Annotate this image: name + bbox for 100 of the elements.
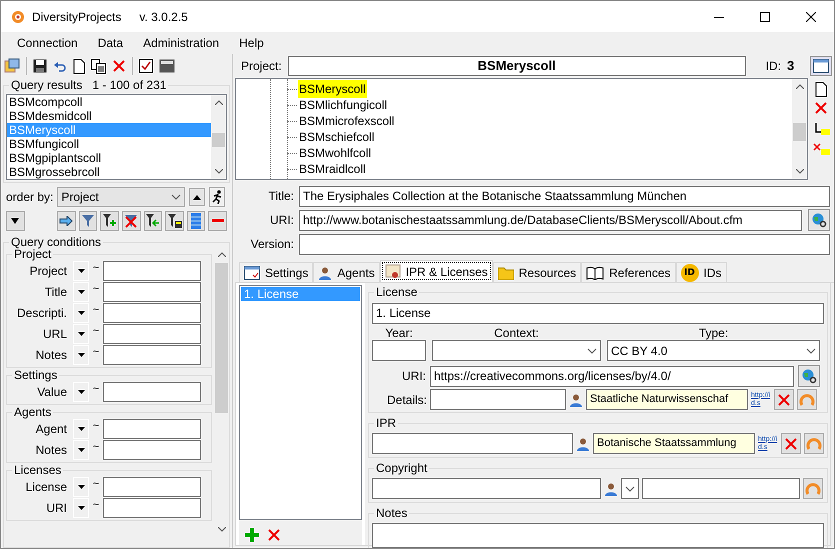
context-dropdown[interactable] bbox=[432, 340, 601, 361]
menu-item[interactable]: Data bbox=[98, 34, 124, 52]
tab[interactable]: Settings bbox=[239, 262, 314, 282]
field-label: URI: bbox=[401, 368, 426, 385]
tab[interactable]: ID IDs bbox=[676, 262, 726, 282]
scrollbar[interactable] bbox=[792, 79, 807, 179]
operator-dropdown[interactable] bbox=[73, 345, 89, 365]
operator-dropdown[interactable] bbox=[73, 440, 89, 460]
run-query-button[interactable] bbox=[209, 187, 226, 207]
project-tree[interactable]: BSMeryscoll BSMlichfungicoll BSMmicrofexscoll BSMschiefcoll BSMwohlfcoll BSMraidlcoll bbox=[235, 78, 808, 180]
checkbox-icon[interactable] bbox=[139, 59, 153, 73]
tree-node[interactable]: BSMeryscoll bbox=[298, 80, 367, 98]
notes-field[interactable] bbox=[372, 523, 824, 548]
tree-node[interactable]: BSMmicrofexscoll bbox=[298, 112, 396, 130]
operator-dropdown[interactable] bbox=[73, 282, 89, 302]
operator-dropdown[interactable] bbox=[73, 477, 89, 497]
condition-input[interactable] bbox=[103, 324, 201, 344]
scrollbar-thumb[interactable] bbox=[212, 133, 225, 147]
uri-field[interactable]: https://creativecommons.org/licenses/by/4.0/ bbox=[430, 366, 794, 386]
condition-input[interactable] bbox=[103, 477, 201, 497]
tree-node[interactable]: BSMraidlcoll bbox=[298, 160, 367, 178]
tree-node[interactable]: BSMschiefcoll bbox=[298, 128, 376, 146]
list-item[interactable]: BSMfungicoll bbox=[7, 137, 211, 151]
tree-node[interactable]: BSMwohlfcoll bbox=[298, 144, 372, 162]
delete-icon[interactable] bbox=[112, 59, 126, 73]
window-search-button[interactable] bbox=[810, 56, 832, 76]
open-uri-button[interactable] bbox=[808, 209, 830, 231]
menu-item[interactable]: Connection bbox=[17, 34, 78, 52]
document-icon[interactable] bbox=[73, 58, 85, 74]
agent-field[interactable]: Staatliche Naturwissenschaf bbox=[586, 389, 748, 410]
text-field[interactable]: http://www.botanischestaatssammlung.de/DatabaseClients/BSMeryscoll/About.cfm bbox=[299, 210, 802, 230]
cross-icon[interactable] bbox=[784, 436, 798, 450]
operator-dropdown[interactable] bbox=[73, 261, 89, 281]
menu-item[interactable]: Administration bbox=[143, 34, 220, 52]
project-name-field[interactable]: BSMeryscoll bbox=[288, 56, 746, 76]
delete-icon[interactable] bbox=[814, 101, 828, 115]
filter-button[interactable] bbox=[78, 211, 98, 231]
cross-icon[interactable] bbox=[777, 392, 791, 406]
order-by-dropdown[interactable]: Project bbox=[57, 187, 186, 207]
list-item[interactable]: BSMgpiplantscoll bbox=[7, 151, 211, 165]
condition-input[interactable] bbox=[103, 419, 201, 439]
list-item[interactable]: BSMdesmidcoll bbox=[7, 109, 211, 123]
condition-input[interactable] bbox=[103, 498, 201, 518]
panel-icon[interactable] bbox=[159, 58, 175, 74]
condition-input[interactable] bbox=[103, 345, 201, 365]
remove-button[interactable] bbox=[208, 211, 228, 231]
operator-dropdown[interactable] bbox=[73, 324, 89, 344]
scrollbar[interactable] bbox=[211, 95, 226, 179]
clear-filter-button[interactable] bbox=[122, 211, 141, 231]
scrollbar-thumb[interactable] bbox=[215, 263, 228, 413]
close-icon[interactable] bbox=[806, 12, 816, 22]
results-list[interactable]: BSMcompcoll BSMdesmidcoll BSMeryscoll BSMfungicoll BSMgpiplantscoll BSMgrossebrcoll bbox=[6, 94, 227, 180]
condition-input[interactable] bbox=[103, 282, 201, 302]
menu-item[interactable]: Help bbox=[239, 34, 264, 52]
condition-input[interactable] bbox=[103, 440, 201, 460]
ipr-field[interactable] bbox=[372, 433, 573, 454]
text-field[interactable] bbox=[299, 234, 830, 254]
operator-symbol: ~ bbox=[92, 440, 100, 452]
remove-agent-button[interactable] bbox=[781, 433, 801, 454]
scrollbar-thumb[interactable] bbox=[793, 123, 806, 141]
undo-icon[interactable] bbox=[53, 59, 67, 73]
windows-icon[interactable] bbox=[4, 58, 20, 74]
copyright-field[interactable] bbox=[372, 478, 601, 499]
copy-icon[interactable] bbox=[91, 58, 106, 74]
details-field[interactable] bbox=[430, 389, 566, 410]
minus-icon bbox=[212, 219, 224, 223]
save-icon[interactable] bbox=[33, 59, 47, 73]
copyright-agent-field[interactable] bbox=[642, 478, 800, 499]
open-uri-button[interactable] bbox=[798, 365, 820, 387]
save-filter-button[interactable] bbox=[165, 211, 184, 231]
type-dropdown[interactable]: CC BY 4.0 bbox=[607, 340, 820, 361]
delete-icon[interactable] bbox=[267, 528, 281, 542]
condition-input[interactable] bbox=[103, 261, 201, 281]
tab[interactable]: References bbox=[581, 262, 676, 282]
condition-input[interactable] bbox=[103, 382, 201, 402]
list-button[interactable] bbox=[186, 211, 206, 231]
agent-dropdown[interactable] bbox=[621, 478, 639, 499]
operator-dropdown[interactable] bbox=[73, 419, 89, 439]
list-item[interactable]: BSMgrossebrcoll bbox=[7, 165, 211, 179]
operator-dropdown[interactable] bbox=[73, 303, 89, 323]
forward-button[interactable] bbox=[57, 211, 76, 231]
tab[interactable]: IPR & Licenses bbox=[380, 260, 493, 282]
plus-icon[interactable] bbox=[245, 528, 259, 542]
operator-dropdown[interactable] bbox=[73, 382, 89, 402]
condition-input[interactable] bbox=[103, 303, 201, 323]
agent-field[interactable]: Botanische Staatssammlung bbox=[593, 433, 755, 454]
text-field[interactable]: The Erysiphales Collection at the Botanische Staatssammlung München bbox=[299, 186, 830, 206]
tree-node[interactable]: BSMlichfungicoll bbox=[298, 96, 388, 114]
list-item[interactable]: BSMcompcoll bbox=[7, 95, 211, 109]
add-filter-button[interactable] bbox=[100, 211, 119, 231]
license-name-field[interactable]: 1. License bbox=[372, 303, 824, 324]
collapse-button[interactable] bbox=[6, 211, 25, 231]
sort-ascending-button[interactable] bbox=[189, 188, 206, 206]
maximize-icon[interactable] bbox=[760, 12, 770, 22]
document-icon[interactable] bbox=[815, 82, 827, 97]
tab[interactable]: Resources bbox=[492, 262, 582, 282]
year-field[interactable] bbox=[372, 340, 426, 361]
import-filter-button[interactable] bbox=[144, 211, 162, 231]
tab[interactable]: Agents bbox=[313, 262, 380, 282]
operator-dropdown[interactable] bbox=[73, 498, 89, 518]
